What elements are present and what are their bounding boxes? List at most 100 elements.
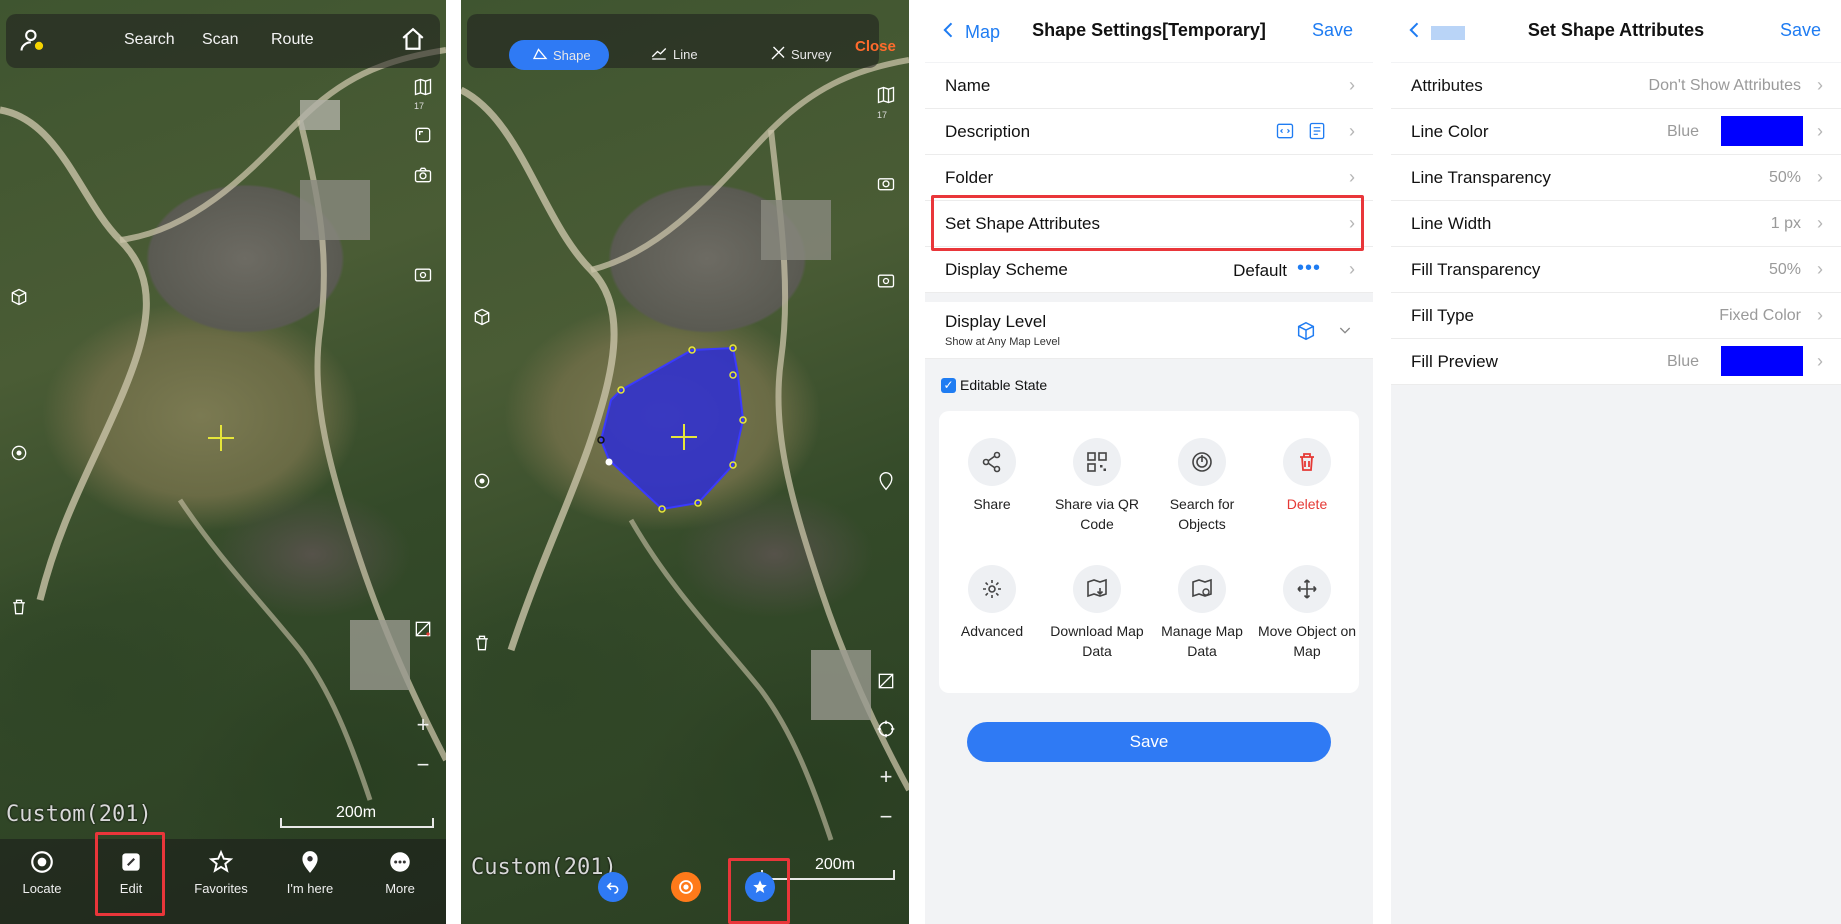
- action-search-objects[interactable]: Search for Objects: [1152, 438, 1252, 534]
- action-delete[interactable]: Delete: [1257, 438, 1357, 514]
- map-layers-icon[interactable]: [408, 72, 438, 102]
- action-advanced[interactable]: Advanced: [942, 565, 1042, 641]
- scan-link[interactable]: Scan: [202, 31, 238, 49]
- editable-state-checkbox[interactable]: ✓ Editable State: [941, 377, 1047, 393]
- fullscreen-icon[interactable]: [408, 120, 438, 150]
- undo-button[interactable]: [598, 872, 628, 902]
- map-crosshair: [208, 425, 234, 451]
- 3d-view-icon: [1295, 320, 1317, 347]
- fill-preview-swatch: [1721, 346, 1803, 376]
- layer-toggle-icon[interactable]: [4, 438, 34, 468]
- zoom-in-button[interactable]: +: [873, 764, 899, 790]
- pin-drop-icon[interactable]: [871, 466, 901, 496]
- search-link[interactable]: Search: [124, 31, 175, 49]
- tab-survey[interactable]: Survey: [769, 44, 831, 65]
- row-line-transparency[interactable]: Line Transparency 50% ›: [1391, 155, 1841, 201]
- row-attributes-value: Don't Show Attributes: [1648, 77, 1801, 94]
- action-download-map-data[interactable]: Download Map Data: [1047, 565, 1147, 661]
- row-line-width-label: Line Width: [1411, 214, 1492, 233]
- nav-im-here[interactable]: I'm here: [270, 849, 350, 896]
- zoom-out-button[interactable]: −: [410, 752, 436, 778]
- layer-toggle-icon[interactable]: [467, 466, 497, 496]
- tab-line-label: Line: [673, 47, 698, 62]
- map-crosshair-drawing: [671, 424, 697, 450]
- tab-shape[interactable]: Shape: [509, 40, 609, 70]
- page-title: Shape Settings[Temporary]: [1032, 20, 1266, 40]
- nav-locate[interactable]: Locate: [2, 849, 82, 896]
- close-drawing-button[interactable]: Close: [855, 38, 896, 55]
- save-button[interactable]: Save: [967, 722, 1331, 762]
- shape-settings-header: Map Shape Settings[Temporary] Save: [925, 0, 1373, 62]
- zoom-in-button[interactable]: +: [410, 712, 436, 738]
- route-link[interactable]: Route: [271, 31, 314, 49]
- row-fill-type[interactable]: Fill Type Fixed Color ›: [1391, 293, 1841, 339]
- row-attributes[interactable]: Attributes Don't Show Attributes ›: [1391, 63, 1841, 109]
- row-line-color[interactable]: Line Color Blue ›: [1391, 109, 1841, 155]
- screenshot-icon[interactable]: [871, 266, 901, 296]
- row-attributes-label: Attributes: [1411, 76, 1483, 95]
- action-manage-map-data[interactable]: Manage Map Data: [1152, 565, 1252, 661]
- trash-icon[interactable]: [467, 628, 497, 658]
- measure-icon[interactable]: [408, 614, 438, 644]
- scale-bar: [280, 818, 434, 828]
- row-line-width[interactable]: Line Width 1 px ›: [1391, 201, 1841, 247]
- more-icon: [387, 849, 413, 875]
- camera-icon[interactable]: [871, 168, 901, 198]
- nav-favorites[interactable]: Favorites: [181, 849, 261, 896]
- header-save-button[interactable]: Save: [1780, 20, 1821, 41]
- action-share[interactable]: Share: [942, 438, 1042, 514]
- row-display-level-label: Display Level: [945, 312, 1047, 331]
- zoom-out-button[interactable]: −: [873, 804, 899, 830]
- more-options-icon[interactable]: •••: [1297, 257, 1321, 280]
- row-display-level-sublabel: Show at Any Map Level: [945, 336, 1060, 348]
- chevron-down-icon[interactable]: [1337, 322, 1353, 343]
- row-fill-transparency-value: 50%: [1768, 261, 1801, 278]
- tab-line[interactable]: Line: [649, 44, 698, 65]
- code-view-icon[interactable]: [1275, 121, 1295, 146]
- row-display-level[interactable]: Display Level Show at Any Map Level: [925, 302, 1373, 359]
- action-share-qr[interactable]: Share via QR Code: [1047, 438, 1147, 534]
- row-fill-preview[interactable]: Fill Preview Blue ›: [1391, 339, 1841, 385]
- map-panel-drawing: Shape Line Survey Close 17 + − 200m Cust…: [461, 0, 909, 924]
- chevron-right-icon: ›: [1817, 305, 1823, 325]
- radar-icon: [1178, 438, 1226, 486]
- nav-more[interactable]: More: [360, 849, 440, 896]
- shape-settings-panel: Map Shape Settings[Temporary] Save Name …: [925, 0, 1373, 924]
- trash-icon[interactable]: [4, 592, 34, 622]
- row-description[interactable]: Description ›: [925, 109, 1373, 155]
- user-location-icon[interactable]: [18, 26, 46, 54]
- checkbox-checked-icon: ✓: [941, 377, 956, 393]
- row-line-width-value: 1 px: [1770, 215, 1801, 232]
- camera-icon[interactable]: [408, 160, 438, 190]
- measure-icon[interactable]: [871, 666, 901, 696]
- target-icon[interactable]: [871, 714, 901, 744]
- header-save-button[interactable]: Save: [1312, 20, 1353, 41]
- drawn-polygon[interactable]: [461, 0, 909, 924]
- 3d-view-icon[interactable]: [4, 282, 34, 312]
- row-fill-transparency[interactable]: Fill Transparency 50% ›: [1391, 247, 1841, 293]
- star-icon: [208, 849, 234, 875]
- manage-map-icon: [1178, 565, 1226, 613]
- map-layers-icon[interactable]: [871, 80, 901, 110]
- download-map-icon: [1073, 565, 1121, 613]
- pin-icon: [297, 849, 323, 875]
- chevron-right-icon: ›: [1817, 121, 1823, 141]
- tab-shape-label: Shape: [553, 47, 591, 63]
- action-move-object[interactable]: Move Object on Map: [1257, 565, 1357, 661]
- row-name[interactable]: Name ›: [925, 63, 1373, 109]
- home-icon[interactable]: [400, 26, 426, 57]
- map-source-watermark: Custom(201): [6, 802, 152, 827]
- share-icon: [968, 438, 1016, 486]
- screenshot-icon[interactable]: [408, 260, 438, 290]
- row-display-scheme[interactable]: Display Scheme Default ••• ›: [925, 247, 1373, 293]
- map-roads: [0, 47, 446, 801]
- nav-im-here-label: I'm here: [286, 881, 334, 896]
- drawing-mode-bar: Shape Line Survey: [467, 14, 879, 70]
- action-delete-label: Delete: [1286, 496, 1328, 512]
- action-download-map-data-label: Download Map Data: [1050, 623, 1144, 659]
- text-view-icon[interactable]: [1307, 121, 1327, 146]
- row-name-label: Name: [945, 76, 991, 95]
- chevron-right-icon: ›: [1349, 121, 1355, 141]
- record-button[interactable]: [671, 872, 701, 902]
- 3d-view-icon[interactable]: [467, 302, 497, 332]
